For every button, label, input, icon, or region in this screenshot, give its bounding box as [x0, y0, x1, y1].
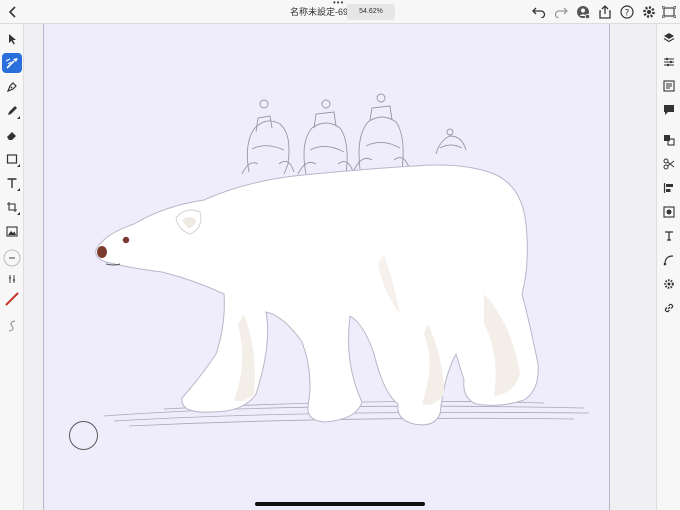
top-bar: ••• 名称未設定-69 54.62% ?: [0, 0, 680, 24]
type-text-icon[interactable]: [2, 173, 22, 193]
polar-bear-artwork: [95, 93, 590, 427]
zoom-level[interactable]: 54.62%: [347, 4, 395, 20]
stroke-options-icon[interactable]: [2, 269, 22, 289]
fullscreen-icon[interactable]: [660, 3, 678, 21]
artboard[interactable]: [43, 24, 610, 510]
align-icon[interactable]: [660, 179, 678, 197]
properties-sliders-icon[interactable]: [660, 53, 678, 71]
left-toolbar: [0, 24, 24, 510]
comments-icon[interactable]: [660, 101, 678, 119]
repeat-gear-icon[interactable]: [660, 275, 678, 293]
brush-cursor: [69, 421, 98, 450]
link-icon[interactable]: [660, 299, 678, 317]
invite-user-icon[interactable]: [574, 3, 592, 21]
shape-curve-icon[interactable]: [660, 251, 678, 269]
rectangle-shape-icon[interactable]: [2, 149, 22, 169]
settings-gear-icon[interactable]: [640, 3, 658, 21]
image-trace-icon[interactable]: [660, 203, 678, 221]
image-icon[interactable]: [2, 221, 22, 241]
eraser-icon[interactable]: [2, 125, 22, 145]
home-indicator: [255, 502, 425, 506]
back-icon[interactable]: [4, 3, 22, 21]
undo-icon[interactable]: [530, 3, 548, 21]
canvas-workspace[interactable]: [24, 24, 656, 510]
redo-icon[interactable]: [552, 3, 570, 21]
pen-nib-icon[interactable]: [2, 77, 22, 97]
stroke-size-icon[interactable]: [2, 248, 22, 268]
layers-icon[interactable]: [660, 29, 678, 47]
smooth-curve-icon[interactable]: [2, 316, 22, 336]
pencil-icon[interactable]: [2, 101, 22, 121]
libraries-icon[interactable]: [660, 77, 678, 95]
share-export-icon[interactable]: [596, 3, 614, 21]
color-swatch-icon[interactable]: [2, 289, 22, 309]
text-type-icon[interactable]: [660, 227, 678, 245]
select-arrow-icon[interactable]: [2, 29, 22, 49]
transform-icon[interactable]: [2, 197, 22, 217]
right-toolbar: [656, 24, 680, 510]
illustrator-app: ••• 名称未設定-69 54.62% ?: [0, 0, 680, 510]
arrange-icon[interactable]: [660, 131, 678, 149]
svg-text:?: ?: [625, 9, 630, 19]
pixel-brush-icon[interactable]: [2, 53, 22, 73]
help-icon[interactable]: ?: [618, 3, 636, 21]
scissors-icon[interactable]: [660, 155, 678, 173]
document-title[interactable]: 名称未設定-69: [290, 5, 348, 18]
